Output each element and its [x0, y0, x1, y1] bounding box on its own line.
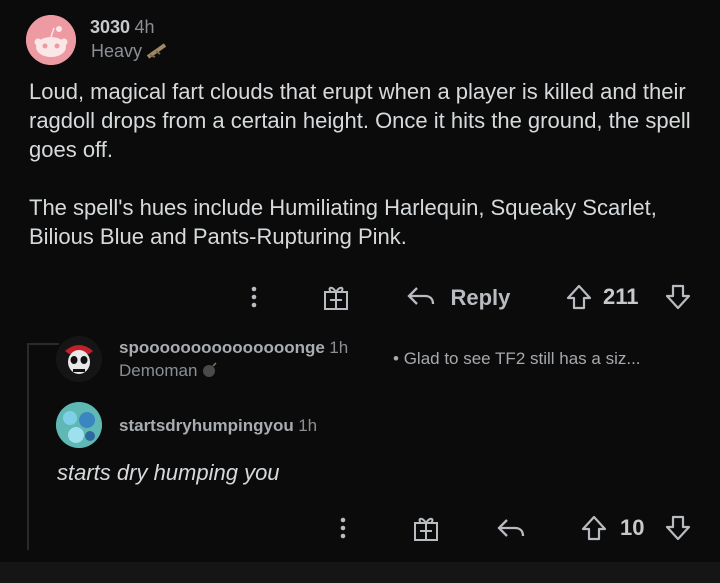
downvote-button[interactable]	[664, 514, 692, 542]
downvote-arrow-icon	[665, 515, 691, 541]
score: 10	[620, 515, 645, 540]
more-vertical-icon	[340, 517, 346, 539]
avatar[interactable]	[56, 402, 102, 448]
separator-dot: •	[393, 349, 399, 368]
comment-paragraph: The spell's hues include Humiliating Har…	[29, 195, 657, 249]
award-button[interactable]	[322, 283, 350, 311]
reply-button[interactable]	[496, 514, 526, 542]
bomb-flair-icon	[202, 362, 217, 377]
upvote-button[interactable]	[565, 283, 593, 311]
user-flair: Demoman	[119, 361, 198, 380]
reply-username[interactable]: spooooooooooooooonge	[119, 338, 325, 357]
reply-username[interactable]: startsdryhumpingyou	[119, 416, 294, 435]
user-flair: Heavy	[91, 41, 143, 61]
downvote-button[interactable]	[664, 283, 692, 311]
collapsed-comment-preview[interactable]: • Glad to see TF2 still has a siz...	[393, 349, 641, 369]
reply-button[interactable]: Reply	[406, 283, 510, 311]
comment-body: Loud, magical fart clouds that erupt whe…	[29, 77, 709, 280]
downvote-arrow-icon	[665, 284, 691, 310]
thread-line[interactable]	[27, 343, 29, 550]
avatar[interactable]	[56, 336, 102, 382]
gift-award-icon	[324, 286, 348, 310]
upvote-button[interactable]	[580, 514, 608, 542]
more-options-button[interactable]	[333, 515, 353, 541]
reddit-snoo-icon	[26, 15, 76, 65]
reply-arrow-icon	[497, 519, 525, 537]
gift-award-icon	[414, 517, 438, 541]
reply-age: 1h	[329, 338, 349, 357]
rocket-launcher-flair-icon	[147, 43, 167, 59]
more-options-button[interactable]	[244, 284, 264, 310]
upvote-arrow-icon	[581, 515, 607, 541]
avatar[interactable]	[26, 15, 76, 65]
bottom-divider	[0, 562, 720, 583]
anime-avatar-icon	[56, 402, 102, 448]
comment-username[interactable]: 3030	[90, 17, 130, 37]
reply-arrow-icon	[407, 287, 435, 305]
upvote-arrow-icon	[566, 284, 592, 310]
award-button[interactable]	[412, 514, 440, 542]
comment-paragraph: Loud, magical fart clouds that erupt whe…	[29, 79, 691, 162]
skull-avatar-icon	[56, 336, 102, 382]
thread-branch	[27, 343, 59, 345]
score: 211	[603, 284, 639, 309]
more-vertical-icon	[251, 286, 257, 308]
reply-age: 1h	[298, 416, 318, 435]
comment-age: 4h	[134, 17, 155, 37]
reply-body: starts dry humping you	[57, 460, 280, 485]
reply-label: Reply	[450, 285, 511, 310]
preview-text: Glad to see TF2 still has a siz...	[403, 349, 641, 368]
